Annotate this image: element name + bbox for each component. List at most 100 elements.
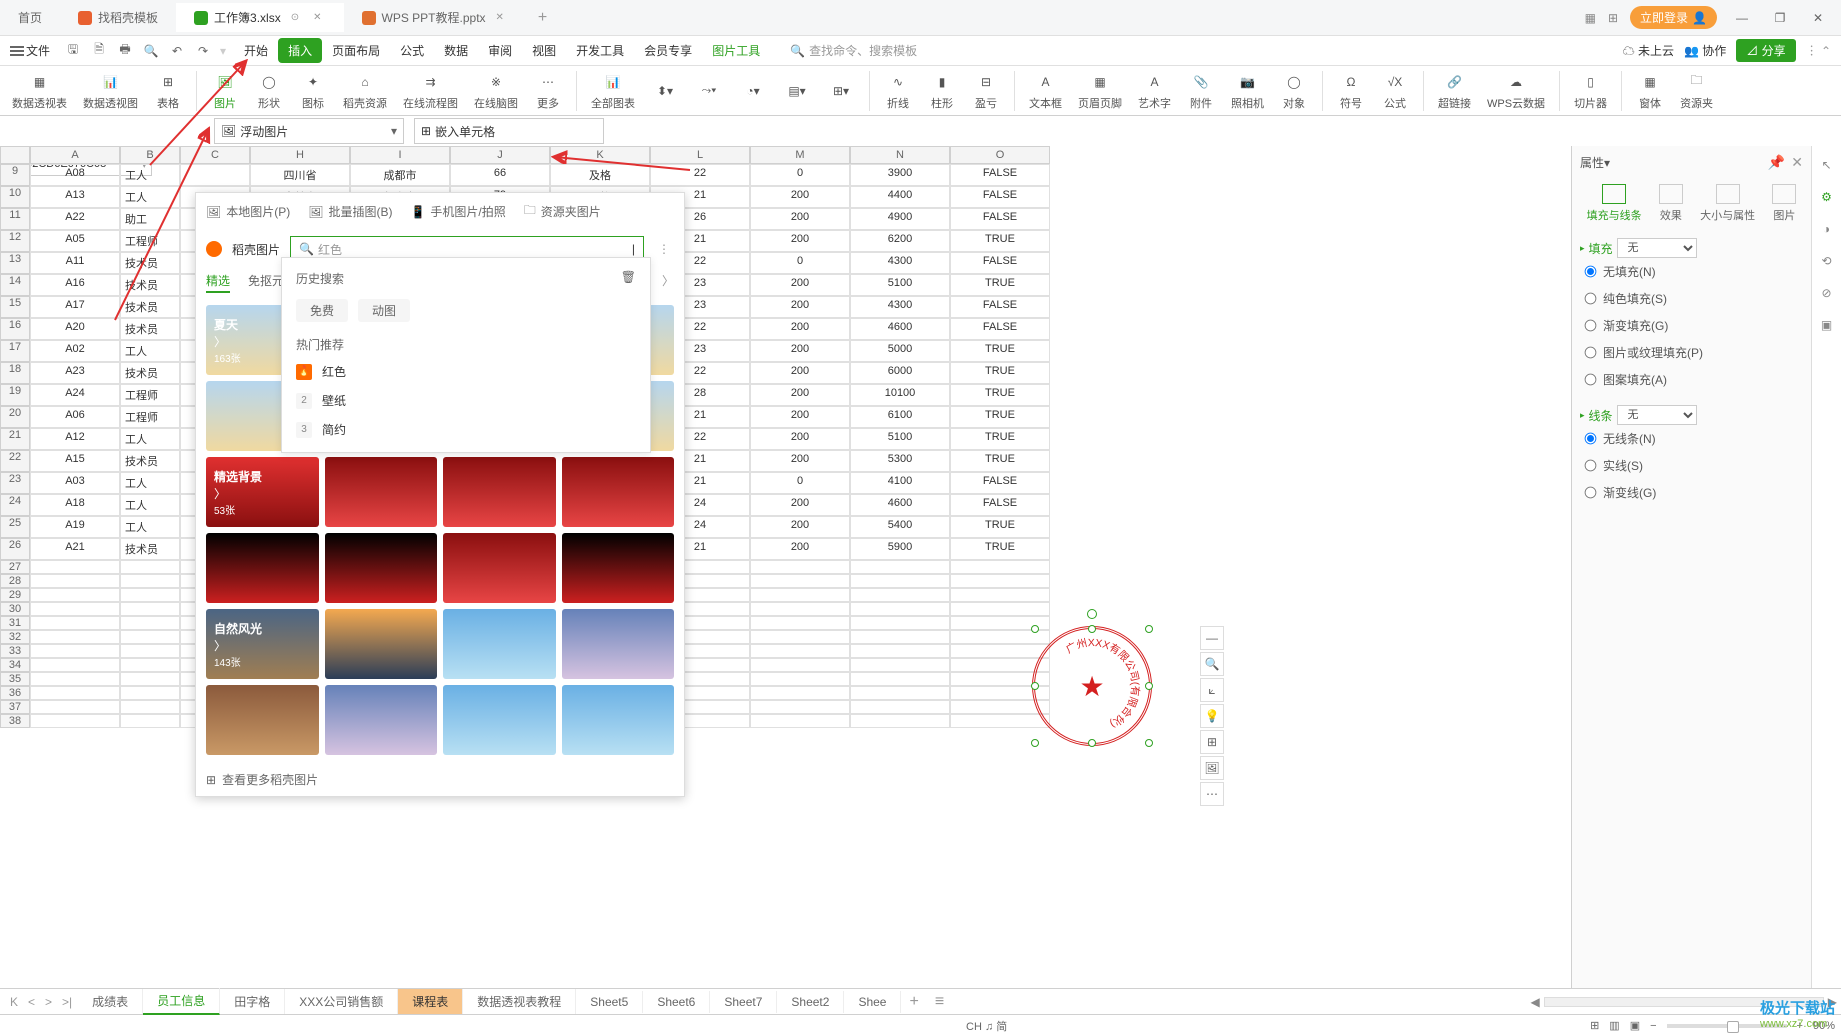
cell[interactable]: 200 [750, 362, 850, 384]
line-select[interactable]: 无 [1617, 405, 1697, 425]
cell[interactable]: 4600 [850, 494, 950, 516]
hbar-icon[interactable]: ▤▾ [777, 78, 817, 104]
cell[interactable] [120, 588, 180, 602]
cell[interactable] [850, 644, 950, 658]
row-header[interactable]: 26 [0, 538, 30, 560]
cell[interactable] [950, 588, 1050, 602]
sheet-tab[interactable]: Sheet5 [576, 991, 643, 1013]
row-header[interactable]: 37 [0, 700, 30, 714]
cell[interactable]: TRUE [950, 340, 1050, 362]
view-pagebreak-icon[interactable]: ▣ [1630, 1019, 1640, 1032]
cell[interactable]: 助工 [120, 208, 180, 230]
cell[interactable] [120, 602, 180, 616]
cell[interactable]: TRUE [950, 516, 1050, 538]
cell[interactable]: A24 [30, 384, 120, 406]
cell[interactable] [850, 714, 950, 728]
radio-picture[interactable]: 图片或纹理填充(P) [1580, 339, 1803, 366]
row-header[interactable]: 36 [0, 686, 30, 700]
cell[interactable] [30, 644, 120, 658]
cell[interactable] [120, 560, 180, 574]
cell[interactable] [850, 672, 950, 686]
cell[interactable]: 技术员 [120, 318, 180, 340]
suggest-item[interactable]: 🔥红色 [290, 357, 642, 386]
cell[interactable]: 4400 [850, 186, 950, 208]
cell[interactable]: 成都市 [350, 164, 450, 186]
cell[interactable] [120, 714, 180, 728]
cell[interactable] [750, 658, 850, 672]
cell[interactable]: A03 [30, 472, 120, 494]
row-header[interactable]: 28 [0, 574, 30, 588]
cell[interactable]: 200 [750, 428, 850, 450]
row-header[interactable]: 19 [0, 384, 30, 406]
col-header[interactable]: K [550, 146, 650, 164]
tab-close-x[interactable]: ✕ [309, 12, 325, 23]
col-header[interactable]: I [350, 146, 450, 164]
row-header[interactable]: 34 [0, 658, 30, 672]
cell[interactable]: 200 [750, 406, 850, 428]
cell[interactable] [120, 658, 180, 672]
coop-button[interactable]: 👥 协作 [1684, 42, 1726, 59]
zoom-button[interactable]: 🔍 [1200, 652, 1224, 676]
cell[interactable]: FALSE [950, 472, 1050, 494]
slicer-button[interactable]: ▯切片器 [1568, 69, 1613, 113]
cell[interactable]: 工人 [120, 164, 180, 186]
prev-sheet-icon[interactable]: < [28, 995, 35, 1009]
col-header[interactable] [0, 146, 30, 164]
ribbon-tab-review[interactable]: 审阅 [478, 38, 522, 63]
sheet-tab[interactable]: 成绩表 [78, 989, 143, 1014]
close-button[interactable]: ✕ [1805, 5, 1831, 31]
thumb[interactable] [325, 533, 438, 603]
row-header[interactable]: 31 [0, 616, 30, 630]
sheet-tab[interactable]: 数据透视表教程 [463, 989, 576, 1014]
cell[interactable]: 200 [750, 538, 850, 560]
rotate-handle[interactable] [1087, 609, 1097, 619]
close-icon[interactable]: ✕ [1791, 154, 1803, 171]
cell[interactable]: 工人 [120, 186, 180, 208]
cell[interactable]: A23 [30, 362, 120, 384]
cell[interactable]: 0 [750, 252, 850, 274]
thumb[interactable] [206, 533, 319, 603]
cell[interactable]: A22 [30, 208, 120, 230]
row-header[interactable]: 24 [0, 494, 30, 516]
cell[interactable] [120, 616, 180, 630]
cell[interactable] [750, 630, 850, 644]
col-header[interactable]: M [750, 146, 850, 164]
props-tab-pic[interactable]: 图片 [1768, 181, 1800, 226]
cell[interactable]: 5400 [850, 516, 950, 538]
cell[interactable]: 6100 [850, 406, 950, 428]
cell[interactable]: TRUE [950, 384, 1050, 406]
cell[interactable]: A08 [30, 164, 120, 186]
col-header[interactable]: C [180, 146, 250, 164]
row-header[interactable]: 21 [0, 428, 30, 450]
cell[interactable]: TRUE [950, 362, 1050, 384]
print-icon[interactable]: 🖶 [116, 42, 134, 60]
cell[interactable] [850, 602, 950, 616]
sheet-tab[interactable]: Sheet7 [710, 991, 777, 1013]
radio-nofill[interactable]: 无填充(N) [1580, 258, 1803, 285]
fill-section-header[interactable]: 填充 无 [1580, 238, 1803, 258]
cell[interactable] [120, 686, 180, 700]
cell[interactable] [950, 574, 1050, 588]
row-header[interactable]: 27 [0, 560, 30, 574]
cell[interactable]: 技术员 [120, 252, 180, 274]
cell[interactable]: 200 [750, 516, 850, 538]
row-header[interactable]: 12 [0, 230, 30, 252]
pie-icon[interactable]: ◔▾ [733, 78, 773, 104]
sheet-tab[interactable]: Sheet6 [643, 991, 710, 1013]
embed-cell-button[interactable]: ⊞嵌入单元格 [414, 118, 604, 144]
row-header[interactable]: 29 [0, 588, 30, 602]
ime-status[interactable]: CH ♫ 简 [966, 1018, 1007, 1034]
props-tab-size[interactable]: 大小与属性 [1696, 181, 1759, 226]
props-tab-fill[interactable]: 填充与线条 [1583, 181, 1646, 226]
row-header[interactable]: 17 [0, 340, 30, 362]
category-nature[interactable]: 自然风光 〉143张 [206, 609, 319, 679]
col-header[interactable]: J [450, 146, 550, 164]
row-header[interactable]: 25 [0, 516, 30, 538]
cell[interactable]: 200 [750, 208, 850, 230]
cell[interactable] [30, 658, 120, 672]
cell[interactable]: 工程师 [120, 406, 180, 428]
row-header[interactable]: 22 [0, 450, 30, 472]
cell[interactable]: TRUE [950, 428, 1050, 450]
row-header[interactable]: 10 [0, 186, 30, 208]
table-button[interactable]: ⊞表格 [148, 69, 188, 113]
